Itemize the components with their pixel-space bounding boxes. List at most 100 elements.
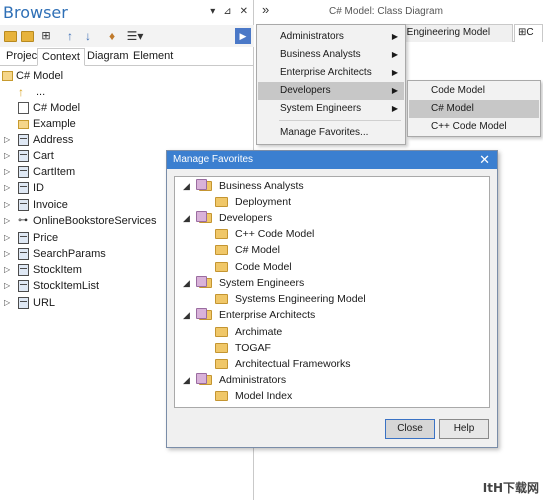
folder-icon (215, 327, 228, 337)
diagram-icon (18, 102, 29, 114)
menu-item-system-engineers[interactable]: System Engineers ▶ (258, 100, 404, 118)
tree-item-label: OnlineBookstoreServices (33, 215, 157, 227)
group-label: Business Analysts (219, 180, 304, 192)
close-button[interactable]: Close (385, 419, 435, 439)
tree-item-label: SearchParams (33, 248, 106, 260)
tree-item-label: Address (33, 134, 74, 146)
expand-icon[interactable]: ▷ (4, 148, 12, 164)
folder-icon (215, 343, 228, 353)
dropdown-icon[interactable]: ▾ (210, 6, 215, 17)
group-folder-icon (196, 179, 212, 191)
favorite-label: C# Model (235, 244, 280, 256)
tab-label: C (526, 27, 534, 38)
manage-favorites-dialog: Manage Favorites ✕ ◢ Business Analysts D… (166, 150, 498, 448)
expand-icon[interactable]: ▷ (4, 197, 12, 213)
tree-item-label: StockItem (33, 264, 82, 276)
submenu-arrow-icon: ▶ (391, 50, 398, 59)
tab-context[interactable]: Context (37, 48, 85, 66)
favorite-label: C++ Code Model (235, 228, 315, 240)
tree-item-label: Cart (33, 150, 54, 162)
package-icon (2, 71, 13, 81)
dialog-title-bar: Manage Favorites ✕ (167, 151, 497, 169)
group-folder-icon (196, 373, 212, 385)
group-label: Developers (219, 212, 273, 224)
collapse-icon[interactable]: ◢ (183, 178, 190, 194)
folder-icon (215, 391, 228, 401)
menu-item-label: Manage Favorites... (280, 127, 369, 138)
expand-icon[interactable]: ▷ (4, 278, 12, 294)
class-icon (18, 166, 29, 178)
move-up-icon[interactable]: ↑ (62, 28, 78, 44)
expand-icon[interactable]: ▷ (4, 213, 12, 229)
submenu-arrow-icon: ▶ (391, 68, 398, 77)
expand-icon[interactable]: ▷ (4, 246, 12, 262)
menu-separator (279, 120, 401, 121)
group-folder-icon (196, 276, 212, 288)
submenu-item-cpp-code-model[interactable]: C++ Code Model (409, 118, 539, 136)
close-icon[interactable]: ✕ (240, 6, 248, 17)
move-down-icon[interactable]: ↓ (80, 28, 96, 44)
favorites-menu: Administrators ▶ Business Analysts ▶ Enter… (256, 24, 406, 145)
tab-element[interactable]: Element (129, 48, 177, 66)
expand-icon[interactable]: ▷ (4, 180, 12, 196)
menu-item-administrators[interactable]: Administrators ▶ (258, 28, 404, 46)
group-label: Enterprise Architects (219, 309, 316, 321)
class-icon (18, 297, 29, 309)
favorite-label: Code Model (235, 261, 292, 273)
expand-icon[interactable]: ▷ (4, 164, 12, 180)
tab-diagram[interactable]: Diagram (83, 48, 133, 66)
browser-toolbar: ⊞ ↑ ↓ ♦ ☰▾ ▶ (0, 25, 254, 47)
new-package-icon[interactable] (4, 31, 17, 42)
tree-item-label: Invoice (33, 199, 68, 211)
pin-icon[interactable]: ⊿ (223, 6, 231, 17)
submenu-item-code-model[interactable]: Code Model (409, 82, 539, 100)
properties-icon[interactable]: ♦ (104, 28, 120, 44)
expand-icon[interactable]: ▷ (4, 262, 12, 278)
submenu-arrow-icon: ▶ (391, 104, 398, 113)
folder-icon (215, 294, 228, 304)
folder-icon (215, 262, 228, 272)
diagram-title: C# Model: Class Diagram (329, 6, 443, 17)
favorite-label: Deployment (235, 196, 292, 208)
menu-item-label: System Engineers (280, 103, 362, 114)
tree-item-label: ... (36, 86, 46, 98)
collapse-icon[interactable]: ◢ (183, 372, 190, 388)
group-label: System Engineers (219, 277, 305, 289)
tree-item-label: URL (33, 297, 56, 309)
new-folder-icon[interactable] (21, 31, 34, 42)
menu-icon[interactable]: ☰▾ (122, 28, 148, 44)
favorite-label: Architectual Frameworks (235, 358, 351, 370)
submenu-item-csharp-model[interactable]: C# Model (409, 100, 539, 118)
close-icon[interactable]: ✕ (479, 152, 490, 168)
tree-item-label: ID (33, 182, 44, 194)
dialog-title: Manage Favorites (173, 154, 254, 165)
favorite-label: Systems Engineering Model (235, 293, 366, 305)
collapse-icon[interactable]: ◢ (183, 307, 190, 323)
menu-item-developers[interactable]: Developers ▶ (258, 82, 404, 100)
browser-tabs: Project Context Diagram Element (0, 48, 254, 66)
class-icon (18, 182, 29, 194)
up-arrow-icon: ↑ (18, 85, 24, 99)
new-diagram-icon[interactable]: ⊞ (38, 28, 54, 44)
developers-submenu: Code Model C# Model C++ Code Model (407, 80, 541, 137)
expand-icon[interactable]: ▷ (4, 132, 12, 148)
menu-item-business-analysts[interactable]: Business Analysts ▶ (258, 46, 404, 64)
tab-csharp-model[interactable]: ⊞C (514, 24, 543, 42)
favorite-label: TOGAF (235, 342, 271, 354)
expand-icon[interactable]: ▷ (4, 295, 12, 311)
double-chevron-icon[interactable]: » (262, 2, 269, 17)
menu-item-manage-favorites[interactable]: Manage Favorites... (258, 124, 404, 142)
tree-item-label: StockItemList (33, 280, 100, 292)
class-icon (18, 199, 29, 211)
expand-icon[interactable]: ▷ (4, 230, 12, 246)
menu-item-label: Developers (280, 85, 331, 96)
favorite-label: Model Index (235, 390, 293, 402)
run-icon[interactable]: ▶ (235, 28, 251, 44)
interface-icon: ⊶ (18, 215, 28, 226)
submenu-arrow-icon: ▶ (391, 86, 398, 95)
menu-item-enterprise-architects[interactable]: Enterprise Architects ▶ (258, 64, 404, 82)
help-button[interactable]: Help (439, 419, 489, 439)
collapse-icon[interactable]: ◢ (183, 210, 190, 226)
collapse-icon[interactable]: ◢ (183, 275, 190, 291)
diagram-header: » C# Model: Class Diagram (257, 0, 543, 22)
